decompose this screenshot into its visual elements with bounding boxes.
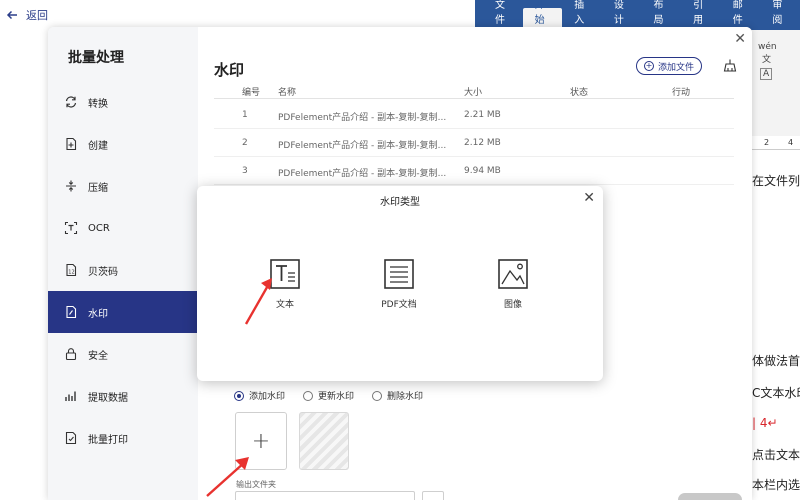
svg-text:12: 12: [68, 270, 74, 276]
table-row[interactable]: 3 PDFelement产品介绍 - 副本-复制-复制... 9.94 MB: [214, 157, 734, 185]
sidebar-item-compress[interactable]: 压缩: [48, 165, 198, 207]
create-icon: [66, 137, 77, 151]
doc-text-line: C文本水印: [752, 386, 800, 400]
word-ribbon: 文件 开始 插入 设计 布局 引用 邮件 审阅: [475, 0, 800, 30]
ribbon-tab-review[interactable]: 审阅: [760, 0, 800, 30]
table-row[interactable]: 1 PDFelement产品介绍 - 副本-复制-复制... 2.21 MB: [214, 101, 734, 129]
header-status: 状态: [570, 88, 589, 98]
row-num: 1: [242, 110, 248, 120]
row-num: 2: [242, 138, 248, 148]
add-file-label: 添加文件: [657, 62, 694, 73]
sidebar-item-ocr[interactable]: OCR: [48, 207, 198, 249]
sidebar: 批量处理 转换 创建 压缩 OCR 12 贝茨码 水印 安全 提取数据 批量打印: [48, 27, 198, 500]
watermark-type-image[interactable]: 图像: [483, 258, 543, 310]
watermark-icon: [66, 305, 77, 319]
sidebar-item-watermark[interactable]: 水印: [48, 291, 198, 333]
radio-label: 添加水印: [249, 392, 286, 402]
header-action: 行动: [672, 88, 691, 98]
page-title: 水印: [214, 61, 245, 79]
extract-icon: [65, 391, 76, 401]
arrow-left-icon: [6, 10, 17, 20]
doc-text-line: 体做法首: [752, 354, 800, 368]
sidebar-item-label: 提取数据: [88, 392, 128, 404]
sidebar-item-security[interactable]: 安全: [48, 333, 198, 375]
text-icon: [270, 259, 300, 289]
radio-dot: [303, 390, 314, 401]
sidebar-item-label: 水印: [88, 308, 108, 320]
lock-icon: [65, 348, 77, 361]
apply-button[interactable]: [678, 493, 742, 500]
watermark-thumbnail[interactable]: [299, 412, 349, 470]
sidebar-item-label: 创建: [88, 140, 108, 152]
plus-circle-icon: +: [643, 61, 654, 71]
sidebar-item-label: 转换: [88, 98, 108, 110]
sidebar-item-batch-print[interactable]: 批量打印: [48, 417, 198, 459]
sidebar-item-label: 安全: [88, 350, 108, 362]
doc-text-line: 本栏内选: [752, 478, 800, 492]
output-folder-input[interactable]: [235, 491, 415, 500]
watermark-action-radios: 添加水印 更新水印 删除水印: [234, 389, 423, 402]
ruler-mark: 2: [764, 138, 770, 147]
convert-icon: [65, 96, 77, 108]
sidebar-item-create[interactable]: 创建: [48, 123, 198, 165]
doc-text-line: | 4↵: [752, 416, 778, 430]
output-folder-label: 输出文件夹: [236, 480, 276, 489]
sidebar-item-extract-data[interactable]: 提取数据: [48, 375, 198, 417]
sidebar-item-bates[interactable]: 12 贝茨码: [48, 249, 198, 291]
row-size: 2.12 MB: [464, 138, 501, 148]
doc-text-line: 点击文本: [752, 448, 800, 462]
add-file-button[interactable]: + 添加文件: [636, 57, 702, 75]
radio-dot: [372, 390, 383, 401]
ruler-mark: 4: [788, 138, 794, 147]
option-label: PDF文档: [381, 300, 417, 310]
sidebar-item-label: 压缩: [88, 182, 108, 194]
sidebar-item-label: 贝茨码: [88, 266, 118, 278]
browse-folder-button[interactable]: [422, 491, 444, 500]
clean-icon[interactable]: [722, 58, 738, 74]
row-name: PDFelement产品介绍 - 副本-复制-复制...: [278, 169, 447, 179]
sidebar-item-label: 批量打印: [88, 434, 128, 446]
radio-label: 更新水印: [318, 392, 355, 402]
compress-icon: [66, 180, 76, 192]
doc-text-line: 在文件列: [752, 174, 800, 188]
print-icon: [65, 431, 77, 445]
header-num: 编号: [242, 88, 261, 98]
header-size: 大小: [464, 88, 483, 98]
bates-icon: 12: [66, 263, 77, 277]
close-icon[interactable]: ✕: [583, 190, 595, 206]
watermark-type-text[interactable]: 文本: [255, 258, 315, 310]
row-num: 3: [242, 166, 248, 176]
sidebar-item-label: OCR: [88, 222, 110, 234]
phonetic-guide-char: 文: [762, 55, 772, 65]
option-label: 图像: [503, 300, 522, 310]
close-icon[interactable]: ✕: [734, 31, 746, 47]
add-watermark-button[interactable]: +: [235, 412, 287, 470]
sidebar-item-convert[interactable]: 转换: [48, 81, 198, 123]
character-border-icon[interactable]: A: [760, 68, 773, 80]
option-label: 文本: [275, 300, 294, 310]
phonetic-guide-icon[interactable]: wén: [758, 42, 777, 52]
dialog-title: 水印类型: [380, 197, 420, 208]
image-icon: [498, 259, 528, 289]
ocr-icon: [64, 221, 78, 235]
sidebar-title: 批量处理: [68, 50, 124, 66]
radio-delete-watermark[interactable]: 删除水印: [372, 389, 423, 402]
back-link[interactable]: 返回: [0, 0, 475, 30]
radio-label: 删除水印: [387, 392, 424, 402]
pdf-document-icon: [384, 259, 414, 289]
radio-update-watermark[interactable]: 更新水印: [303, 389, 354, 402]
table-row[interactable]: 2 PDFelement产品介绍 - 副本-复制-复制... 2.12 MB: [214, 129, 734, 157]
header-name: 名称: [278, 88, 297, 98]
back-label: 返回: [26, 9, 48, 22]
row-name: PDFelement产品介绍 - 副本-复制-复制...: [278, 141, 447, 151]
file-table-header: 编号 名称 大小 状态 行动: [214, 83, 734, 99]
radio-add-watermark[interactable]: 添加水印: [234, 389, 285, 402]
row-size: 9.94 MB: [464, 166, 501, 176]
row-size: 2.21 MB: [464, 110, 501, 120]
radio-dot: [234, 390, 244, 401]
watermark-type-dialog: 水印类型 ✕ 文本 PDF文档 图像: [197, 186, 603, 381]
watermark-type-pdf[interactable]: PDF文档: [369, 258, 429, 310]
row-name: PDFelement产品介绍 - 副本-复制-复制...: [278, 113, 447, 123]
